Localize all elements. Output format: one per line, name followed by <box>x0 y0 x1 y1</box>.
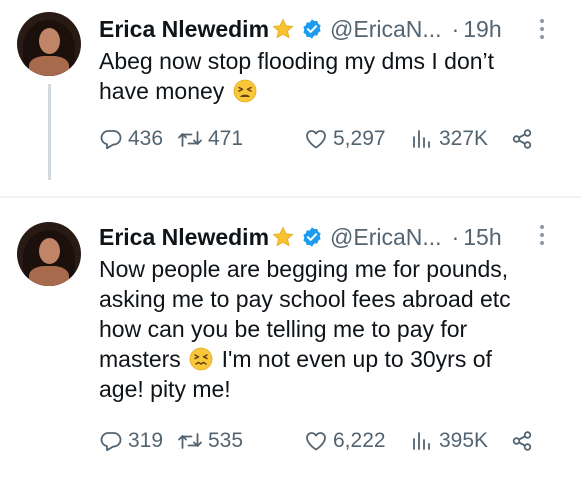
views-count: 327K <box>439 127 489 150</box>
reply-count: 319 <box>128 429 164 452</box>
views-button[interactable]: 327K <box>410 124 488 154</box>
tweet-text-line: masters I'm not even up to 30yrs of <box>99 344 569 374</box>
star-icon <box>271 17 295 41</box>
tweet-text-line: how can you be telling me to pay for <box>99 316 468 342</box>
avatar[interactable] <box>17 12 81 76</box>
retweet-count: 471 <box>208 127 244 150</box>
heart-icon <box>304 127 328 151</box>
reply-button[interactable]: 436 <box>99 124 163 154</box>
time-separator: · <box>451 15 460 42</box>
reply-button[interactable]: 319 <box>99 426 163 456</box>
share-button[interactable] <box>510 426 534 456</box>
views-count: 395K <box>439 429 489 452</box>
tweet[interactable]: Erica Nlewedim @EricaN... · 19h Abeg now… <box>0 0 581 196</box>
time-separator: · <box>451 223 460 250</box>
more-options-icon[interactable] <box>538 224 546 246</box>
tweet-text-fragment: have money <box>99 78 225 104</box>
author-handle[interactable]: @EricaN... <box>330 224 442 251</box>
tweet-text: Abeg now stop flooding my dms I don’t ha… <box>99 46 569 106</box>
thread-line <box>48 84 51 180</box>
share-button[interactable] <box>510 124 534 154</box>
like-button[interactable]: 5,297 <box>304 124 386 154</box>
tweet-time[interactable]: 19h <box>463 16 501 43</box>
reply-icon <box>99 127 123 151</box>
tweet-text-line: asking me to pay school fees abroad etc <box>99 286 511 312</box>
verified-badge-icon <box>301 226 323 248</box>
verified-badge-icon <box>301 18 323 40</box>
retweet-count: 535 <box>208 429 244 452</box>
author-handle[interactable]: @EricaN... <box>330 16 442 43</box>
tweet-time[interactable]: 15h <box>463 224 501 251</box>
author-name[interactable]: Erica Nlewedim <box>99 16 269 43</box>
more-options-icon[interactable] <box>538 18 546 40</box>
retweet-icon <box>177 127 203 151</box>
share-icon <box>510 429 534 453</box>
reply-icon <box>99 429 123 453</box>
avatar-face <box>39 238 60 264</box>
tired-face-emoji <box>233 79 257 103</box>
views-icon <box>410 429 434 453</box>
avatar-face <box>39 28 60 54</box>
like-count: 5,297 <box>333 127 386 150</box>
tweet-text-fragment: I'm not even up to 30yrs of <box>221 346 492 372</box>
like-button[interactable]: 6,222 <box>304 426 386 456</box>
tweet-header: Erica Nlewedim @EricaN... · 15h <box>99 222 502 252</box>
tweet-text-fragment: masters <box>99 346 181 372</box>
views-icon <box>410 127 434 151</box>
author-name[interactable]: Erica Nlewedim <box>99 224 269 251</box>
avatar[interactable] <box>17 222 81 286</box>
heart-icon <box>304 429 328 453</box>
tweet-text-line: Abeg now stop flooding my dms I don’t <box>99 48 495 74</box>
retweet-button[interactable]: 535 <box>177 426 243 456</box>
views-button[interactable]: 395K <box>410 426 488 456</box>
tweet-text-line: Now people are begging me for pounds, <box>99 256 509 282</box>
tweet-text-line: age! pity me! <box>99 376 231 402</box>
star-icon <box>271 225 295 249</box>
confounded-face-emoji <box>189 347 213 371</box>
avatar-body <box>29 266 69 286</box>
like-count: 6,222 <box>333 429 386 452</box>
tweet-header: Erica Nlewedim @EricaN... · 19h <box>99 14 502 44</box>
retweet-icon <box>177 429 203 453</box>
avatar-body <box>29 56 69 76</box>
share-icon <box>510 127 534 151</box>
retweet-button[interactable]: 471 <box>177 124 243 154</box>
tweet-text-line: have money <box>99 76 569 106</box>
tweet-text: Now people are begging me for pounds, as… <box>99 254 569 404</box>
tweet[interactable]: Erica Nlewedim @EricaN... · 15h Now peop… <box>0 198 581 498</box>
reply-count: 436 <box>128 127 164 150</box>
